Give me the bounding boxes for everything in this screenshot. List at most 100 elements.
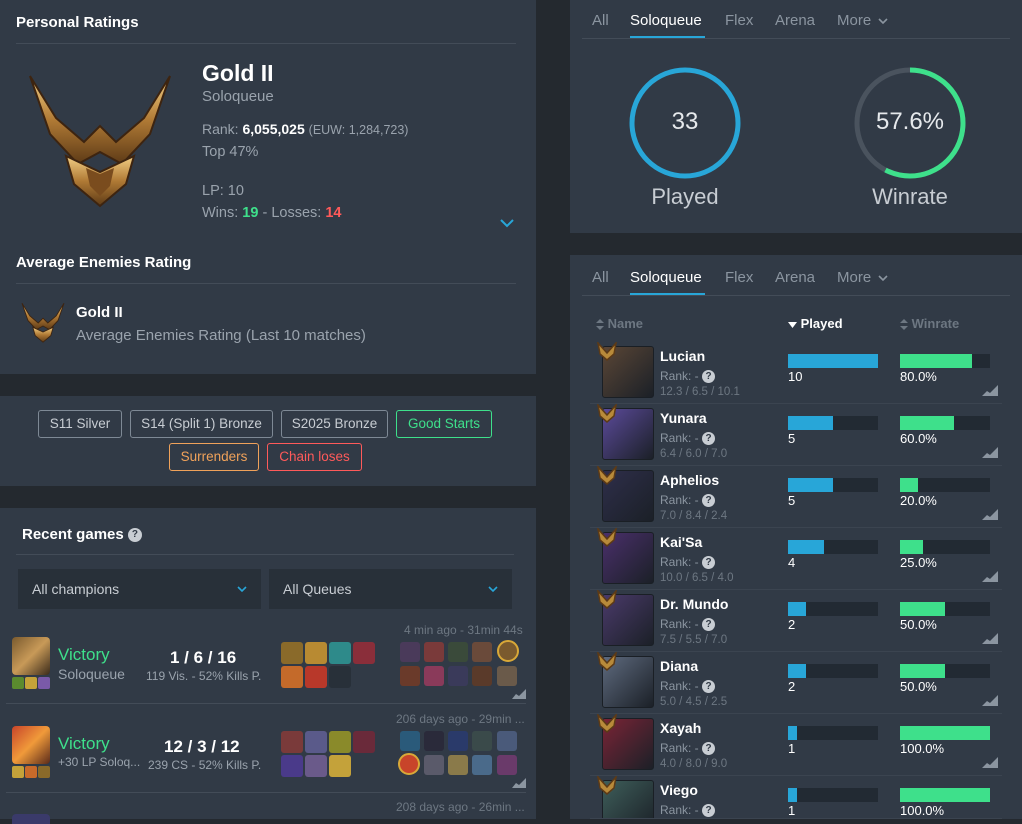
champion-portrait bbox=[12, 726, 50, 764]
game-row[interactable]: Victory +30 LP Soloq... 12 / 3 / 12 239 … bbox=[0, 712, 536, 792]
champion-name[interactable]: Diana bbox=[660, 658, 698, 674]
participant-icon[interactable] bbox=[400, 731, 420, 751]
champion-name[interactable]: Yunara bbox=[660, 410, 707, 426]
item-icon bbox=[305, 731, 327, 753]
help-icon[interactable]: ? bbox=[702, 742, 716, 756]
tab-all[interactable]: All bbox=[592, 12, 609, 29]
trend-icon[interactable] bbox=[982, 570, 998, 582]
trend-icon[interactable] bbox=[982, 756, 998, 768]
participant-icon[interactable] bbox=[400, 642, 420, 662]
rank-badge-icon bbox=[597, 342, 617, 361]
tab-flex[interactable]: Flex bbox=[725, 269, 753, 286]
game-result: Victory bbox=[58, 734, 110, 753]
winrate-bar bbox=[900, 726, 990, 740]
game-kda: 1 / 6 / 16 bbox=[170, 648, 237, 667]
played-bar-fill bbox=[788, 354, 878, 368]
participant-icon[interactable] bbox=[472, 642, 492, 662]
champion-name[interactable]: Lucian bbox=[660, 348, 705, 364]
champion-name[interactable]: Xayah bbox=[660, 720, 701, 736]
queue-filter-dropdown[interactable]: All Queues bbox=[269, 569, 512, 609]
champion-row[interactable]: Dr. Mundo Rank: - ? 7.5 / 5.5 / 7.0 2 50.0% bbox=[590, 590, 1002, 652]
participant-icon[interactable] bbox=[472, 731, 492, 751]
game-time: 208 days ago - 26min ... bbox=[396, 800, 525, 814]
help-icon[interactable]: ? bbox=[702, 804, 716, 818]
help-icon[interactable]: ? bbox=[702, 432, 716, 446]
participant-icon[interactable] bbox=[424, 731, 444, 751]
help-icon[interactable]: ? bbox=[702, 370, 716, 384]
tab-arena[interactable]: Arena bbox=[775, 12, 815, 29]
trend-icon[interactable] bbox=[512, 687, 526, 699]
participant-icon[interactable] bbox=[400, 666, 420, 686]
help-icon[interactable]: ? bbox=[702, 556, 716, 570]
expand-chevron-icon[interactable] bbox=[499, 218, 515, 228]
tab-more[interactable]: More bbox=[837, 12, 888, 29]
personal-queue: Soloqueue bbox=[202, 88, 274, 105]
help-icon[interactable]: ? bbox=[127, 528, 142, 543]
tab-soloqueue[interactable]: Soloqueue bbox=[630, 269, 702, 286]
participant-icon[interactable] bbox=[448, 666, 468, 686]
participant-self-icon[interactable] bbox=[497, 640, 519, 662]
champion-row[interactable]: Aphelios Rank: - ? 7.0 / 8.4 / 2.4 5 20.0% bbox=[590, 466, 1002, 528]
winrate-value: 57.6% bbox=[875, 108, 945, 135]
played-count: 5 bbox=[788, 493, 796, 508]
tab-all[interactable]: All bbox=[592, 269, 609, 286]
participant-icon[interactable] bbox=[424, 666, 444, 686]
champion-name[interactable]: Aphelios bbox=[660, 472, 719, 488]
champion-row[interactable]: Yunara Rank: - ? 6.4 / 6.0 / 7.0 5 60.0% bbox=[590, 404, 1002, 466]
champion-name[interactable]: Dr. Mundo bbox=[660, 596, 728, 612]
trend-icon[interactable] bbox=[982, 694, 998, 706]
column-header-played[interactable]: Played bbox=[788, 316, 843, 331]
chevron-down-icon bbox=[237, 586, 247, 593]
rank-badge-icon bbox=[597, 404, 617, 423]
participant-icon[interactable] bbox=[497, 755, 517, 775]
winrate-bar bbox=[900, 602, 990, 616]
champion-kda: 6.4 / 6.0 / 7.0 bbox=[660, 448, 728, 460]
trend-icon[interactable] bbox=[982, 446, 998, 458]
participant-self-icon[interactable] bbox=[398, 753, 420, 775]
help-icon[interactable]: ? bbox=[702, 680, 716, 694]
personal-lp: LP: 10 bbox=[202, 183, 244, 199]
tag-chain-loses[interactable]: Chain loses bbox=[267, 443, 362, 471]
played-count: 1 bbox=[788, 803, 796, 818]
participant-icon[interactable] bbox=[497, 666, 517, 686]
rank-badge-icon bbox=[597, 714, 617, 733]
participant-icon[interactable] bbox=[448, 755, 468, 775]
tag-s11[interactable]: S11 Silver bbox=[38, 410, 122, 438]
played-bar bbox=[788, 664, 878, 678]
column-header-name[interactable]: Name bbox=[596, 316, 643, 331]
trend-icon[interactable] bbox=[982, 632, 998, 644]
tab-arena[interactable]: Arena bbox=[775, 269, 815, 286]
winrate-bar bbox=[900, 416, 990, 430]
tab-more[interactable]: More bbox=[837, 269, 888, 286]
participant-icon[interactable] bbox=[497, 731, 517, 751]
tab-soloqueue[interactable]: Soloqueue bbox=[630, 12, 702, 29]
trend-icon[interactable] bbox=[982, 384, 998, 396]
trend-icon[interactable] bbox=[982, 508, 998, 520]
tag-good-starts[interactable]: Good Starts bbox=[396, 410, 492, 438]
help-icon[interactable]: ? bbox=[702, 618, 716, 632]
champion-row[interactable]: Diana Rank: - ? 5.0 / 4.5 / 2.5 2 50.0% bbox=[590, 652, 1002, 714]
tag-s14[interactable]: S14 (Split 1) Bronze bbox=[130, 410, 273, 438]
game-row[interactable]: Victory Soloqueue 1 / 6 / 16 119 Vis. - … bbox=[0, 623, 536, 703]
tab-flex[interactable]: Flex bbox=[725, 12, 753, 29]
participant-icon[interactable] bbox=[472, 666, 492, 686]
participant-icon[interactable] bbox=[448, 642, 468, 662]
tag-surrenders[interactable]: Surrenders bbox=[169, 443, 259, 471]
winrate-bar bbox=[900, 354, 990, 368]
participant-icon[interactable] bbox=[424, 642, 444, 662]
participant-icon[interactable] bbox=[472, 755, 492, 775]
winrate-percent: 20.0% bbox=[900, 493, 937, 508]
champion-name[interactable]: Kai'Sa bbox=[660, 534, 702, 550]
champion-filter-dropdown[interactable]: All champions bbox=[18, 569, 261, 609]
champion-row[interactable]: Viego Rank: - ? 1 100.0% bbox=[590, 776, 1002, 819]
champion-name[interactable]: Viego bbox=[660, 782, 698, 798]
champion-row[interactable]: Xayah Rank: - ? 4.0 / 8.0 / 9.0 1 100.0% bbox=[590, 714, 1002, 776]
champion-row[interactable]: Lucian Rank: - ? 12.3 / 6.5 / 10.1 10 80.0% bbox=[590, 342, 1002, 404]
trend-icon[interactable] bbox=[512, 776, 526, 788]
help-icon[interactable]: ? bbox=[702, 494, 716, 508]
champion-row[interactable]: Kai'Sa Rank: - ? 10.0 / 6.5 / 4.0 4 25.0% bbox=[590, 528, 1002, 590]
column-header-winrate[interactable]: Winrate bbox=[900, 316, 959, 331]
participant-icon[interactable] bbox=[424, 755, 444, 775]
participant-icon[interactable] bbox=[448, 731, 468, 751]
tag-s2025[interactable]: S2025 Bronze bbox=[281, 410, 388, 438]
